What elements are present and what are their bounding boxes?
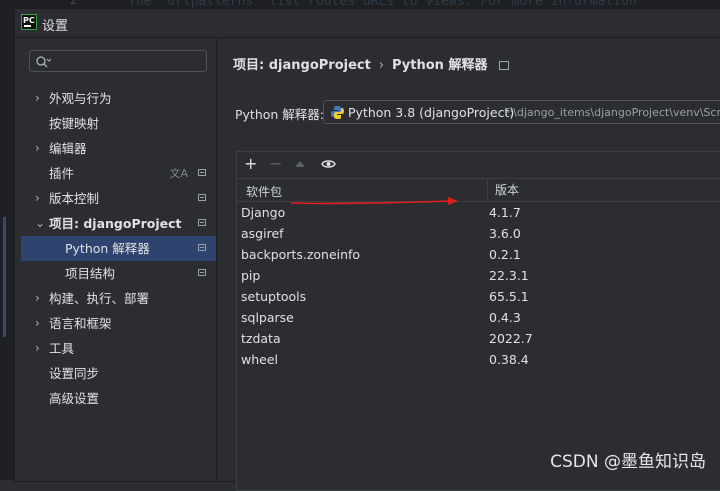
sidebar-item-11[interactable]: 设置同步 [21, 361, 216, 386]
translate-icon: 文A [169, 167, 188, 180]
package-name: sqlparse [241, 310, 294, 325]
show-early-releases-eye-icon[interactable] [321, 159, 336, 169]
settings-sidebar: › 外观与行为 按键映射 › 编辑器 插件 文A › 版本控制 ⌄ 项目: djangoProjec… [21, 38, 217, 481]
sidebar-item-label: 外观与行为 [49, 91, 112, 106]
project-scope-icon [198, 269, 206, 276]
package-name: wheel [241, 352, 278, 367]
sidebar-item-label: 项目结构 [65, 266, 116, 281]
interpreter-label: Python 解释器: [235, 107, 325, 122]
interpreter-path: F:\django_items\djangoProject\venv\Scrip… [504, 106, 720, 119]
window-title: 设置 [42, 19, 69, 34]
breadcrumb-page: Python 解释器 [392, 58, 488, 73]
package-version: 22.3.1 [489, 268, 529, 283]
chevron-down-icon[interactable]: ⌄ [35, 211, 47, 236]
package-version: 2022.7 [489, 331, 533, 346]
project-scope-icon [198, 244, 206, 251]
table-row[interactable]: sqlparse 0.4.3 [237, 307, 720, 328]
main-panel: 项目: djangoProject › Python 解释器 Python 解释器:… [217, 38, 720, 491]
package-name: Django [241, 205, 286, 220]
packages-table-body: Django 4.1.7 asgiref 3.6.0 backports.zoneinf… [237, 202, 720, 370]
sidebar-item-label: Python 解释器 [65, 241, 150, 256]
chevron-right-icon[interactable]: › [35, 86, 47, 111]
sidebar-item-label: 语言和框架 [49, 316, 112, 331]
package-version: 4.1.7 [489, 205, 521, 220]
chevron-right-icon[interactable]: › [35, 286, 47, 311]
sidebar-item-4[interactable]: › 版本控制 [21, 186, 216, 211]
python-icon [331, 106, 344, 119]
table-row[interactable]: tzdata 2022.7 [237, 328, 720, 349]
settings-nav: › 外观与行为 按键映射 › 编辑器 插件 文A › 版本控制 ⌄ 项目: djangoProjec… [21, 86, 216, 411]
sidebar-item-label: 项目: djangoProject [49, 216, 182, 231]
interpreter-name: Python 3.8 (djangoProject) [348, 105, 515, 120]
sidebar-item-9[interactable]: › 语言和框架 [21, 311, 216, 336]
project-scope-icon [198, 219, 206, 226]
sidebar-item-label: 工具 [49, 341, 75, 356]
sidebar-item-label: 插件 [49, 166, 75, 181]
breadcrumb-separator-icon: › [378, 58, 385, 73]
chevron-right-icon[interactable]: › [35, 136, 47, 161]
sidebar-item-label: 按键映射 [49, 116, 100, 131]
settings-dialog: PC 设置 › 外观与行为 按键映射 › 编辑器 插件 文A › 版本控制 ⌄ 项目: django… [14, 8, 720, 491]
sidebar-item-2[interactable]: › 编辑器 [21, 136, 216, 161]
sidebar-item-1[interactable]: 按键映射 [21, 111, 216, 136]
package-name: tzdata [241, 331, 281, 346]
csdn-watermark: CSDN @墨鱼知识岛 [550, 452, 706, 472]
ide-left-gutter [0, 12, 14, 480]
project-scope-icon [198, 194, 206, 201]
package-version: 0.38.4 [489, 352, 529, 367]
package-version: 65.5.1 [489, 289, 529, 304]
sidebar-item-5[interactable]: ⌄ 项目: djangoProject [21, 211, 216, 236]
column-header-version[interactable]: 版本 [487, 179, 519, 201]
package-name: backports.zoneinfo [241, 247, 361, 262]
chevron-right-icon[interactable]: › [35, 311, 47, 336]
editor-line-number: 2 [70, 0, 77, 7]
chevron-right-icon[interactable]: › [35, 336, 47, 361]
chevron-right-icon[interactable]: › [35, 186, 47, 211]
upgrade-package-icon[interactable] [295, 161, 305, 167]
table-row[interactable]: wheel 0.38.4 [237, 349, 720, 370]
sidebar-item-label: 版本控制 [49, 191, 100, 206]
table-row[interactable]: setuptools 65.5.1 [237, 286, 720, 307]
sidebar-item-label: 编辑器 [49, 141, 87, 156]
sidebar-item-3[interactable]: 插件 文A [21, 161, 216, 186]
add-package-icon[interactable]: + [244, 156, 257, 172]
sidebar-item-6[interactable]: Python 解释器 [21, 236, 216, 261]
column-header-package[interactable]: 软件包 [246, 183, 282, 200]
sidebar-item-12[interactable]: 高级设置 [21, 386, 216, 411]
sidebar-item-label: 高级设置 [49, 391, 100, 406]
sidebar-item-label: 构建、执行、部署 [49, 291, 150, 306]
sidebar-item-0[interactable]: › 外观与行为 [21, 86, 216, 111]
search-icon [36, 56, 51, 68]
gutter-marker [3, 217, 6, 337]
table-row[interactable]: backports.zoneinfo 0.2.1 [237, 244, 720, 265]
interpreter-select[interactable]: Python 3.8 (djangoProject) F:\django_ite… [323, 100, 720, 124]
package-name: pip [241, 268, 261, 283]
sidebar-item-7[interactable]: 项目结构 [21, 261, 216, 286]
annotation-arrow [290, 197, 458, 205]
sidebar-item-label: 设置同步 [49, 366, 100, 381]
package-version: 0.4.3 [489, 310, 521, 325]
remove-package-icon[interactable]: − [269, 156, 282, 172]
breadcrumb-project[interactable]: 项目: djangoProject [233, 58, 371, 73]
pycharm-app-icon: PC [21, 14, 37, 30]
packages-toolbar: + − [237, 152, 720, 178]
settings-search-input[interactable] [29, 50, 207, 72]
package-version: 3.6.0 [489, 226, 521, 241]
sidebar-item-8[interactable]: › 构建、执行、部署 [21, 286, 216, 311]
titlebar: PC 设置 [15, 9, 720, 38]
package-name: setuptools [241, 289, 307, 304]
package-version: 0.2.1 [489, 247, 521, 262]
breadcrumb: 项目: djangoProject › Python 解释器 [233, 54, 510, 73]
sidebar-item-10[interactable]: › 工具 [21, 336, 216, 361]
table-row[interactable]: asgiref 3.6.0 [237, 223, 720, 244]
table-row[interactable]: pip 22.3.1 [237, 265, 720, 286]
project-scope-icon [198, 169, 206, 176]
package-name: asgiref [241, 226, 284, 241]
project-scope-icon [499, 61, 510, 70]
